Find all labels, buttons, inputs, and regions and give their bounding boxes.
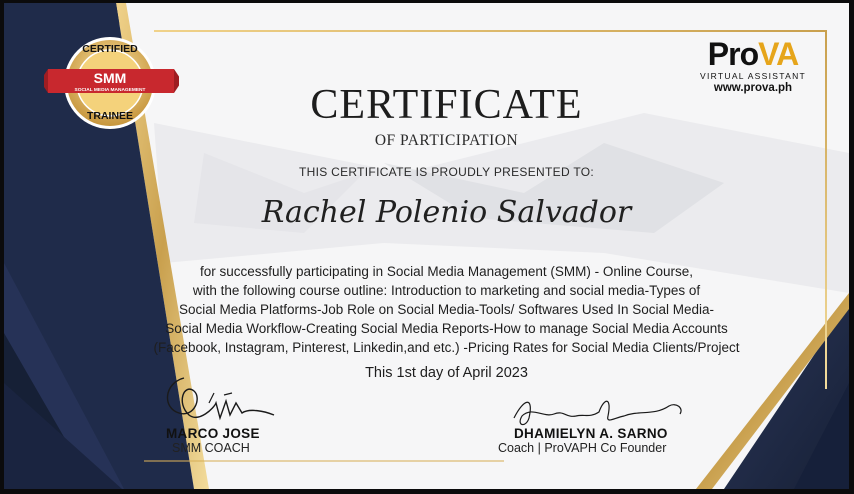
body-line: Social Media Workflow-Creating Social Me… (165, 321, 728, 336)
body-line: for successfully participating in Social… (200, 264, 693, 279)
course-description: for successfully participating in Social… (64, 262, 829, 357)
certificate: CERTIFIED SMM SOCIAL MEDIA MANAGEMENT TR… (4, 3, 849, 489)
recipient-name: Rachel Polenio Salvador (261, 195, 632, 230)
brand-logo: ProVA (707, 36, 799, 72)
signatory-name-1: MARCO JOSE (166, 426, 260, 441)
signature-marco (166, 377, 275, 421)
brand-tagline: VIRTUAL ASSISTANT (699, 71, 807, 81)
presented-line: THIS CERTIFICATE IS PROUDLY PRESENTED TO… (298, 165, 595, 179)
body-line: (Facebook, Instagram, Pinterest, Linkedi… (153, 340, 740, 355)
signatory-name-2: DHAMIELYN A. SARNO (514, 426, 668, 441)
signatory-role-1: SMM COACH (172, 441, 250, 455)
body-line: Social Media Platforms-Job Role on Socia… (179, 302, 714, 317)
seal-top-text: CERTIFIED (82, 43, 138, 55)
certificate-title: CERTIFICATE (310, 82, 583, 128)
certificate-subtitle: OF PARTICIPATION (374, 132, 519, 149)
issue-date: This 1st day of April 2023 (365, 365, 528, 381)
signatory-role-2: Coach | ProVAPH Co Founder (498, 441, 667, 455)
body-line: with the following course outline: Intro… (192, 283, 701, 298)
